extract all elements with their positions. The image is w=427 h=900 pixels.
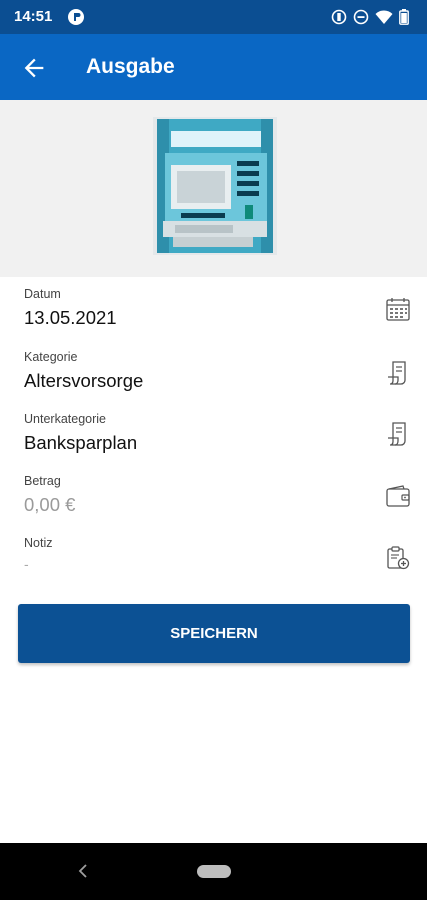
vibrate-icon bbox=[331, 9, 347, 25]
save-button[interactable]: SPEICHERN bbox=[18, 604, 410, 663]
atm-illustration bbox=[153, 117, 277, 255]
subcategory-value[interactable]: Banksparplan bbox=[24, 432, 394, 454]
battery-icon bbox=[399, 9, 409, 25]
receipt-icon[interactable] bbox=[385, 360, 411, 386]
field-label: Notiz bbox=[24, 536, 53, 550]
wifi-icon bbox=[375, 10, 393, 24]
note-value[interactable]: - bbox=[24, 556, 394, 572]
nav-home-pill[interactable] bbox=[197, 865, 231, 878]
calendar-icon[interactable] bbox=[385, 296, 411, 322]
page-title: Ausgabe bbox=[86, 55, 175, 78]
field-label: Unterkategorie bbox=[24, 412, 106, 426]
field-notiz[interactable]: Notiz - bbox=[24, 536, 394, 572]
note-add-icon[interactable] bbox=[385, 545, 411, 571]
category-illustration-area bbox=[0, 100, 427, 277]
field-label: Kategorie bbox=[24, 350, 78, 364]
field-datum[interactable]: Datum 13.05.2021 bbox=[24, 287, 394, 329]
field-unterkategorie[interactable]: Unterkategorie Banksparplan bbox=[24, 412, 394, 454]
field-kategorie[interactable]: Kategorie Altersvorsorge bbox=[24, 350, 394, 392]
notification-app-icon bbox=[68, 9, 84, 25]
category-value[interactable]: Altersvorsorge bbox=[24, 370, 394, 392]
status-time: 14:51 bbox=[14, 8, 53, 25]
date-value[interactable]: 13.05.2021 bbox=[24, 307, 394, 329]
field-label: Betrag bbox=[24, 474, 61, 488]
field-betrag[interactable]: Betrag 0,00 € bbox=[24, 474, 394, 516]
status-bar: 14:51 bbox=[0, 0, 427, 34]
amount-value[interactable]: 0,00 € bbox=[24, 494, 394, 516]
receipt-icon[interactable] bbox=[385, 421, 411, 447]
dnd-icon bbox=[353, 9, 369, 25]
app-bar: Ausgabe bbox=[0, 34, 427, 100]
back-arrow-icon[interactable] bbox=[20, 54, 48, 82]
nav-back-icon[interactable] bbox=[76, 863, 90, 879]
field-label: Datum bbox=[24, 287, 61, 301]
system-nav-bar bbox=[0, 843, 427, 900]
wallet-icon[interactable] bbox=[385, 484, 411, 510]
